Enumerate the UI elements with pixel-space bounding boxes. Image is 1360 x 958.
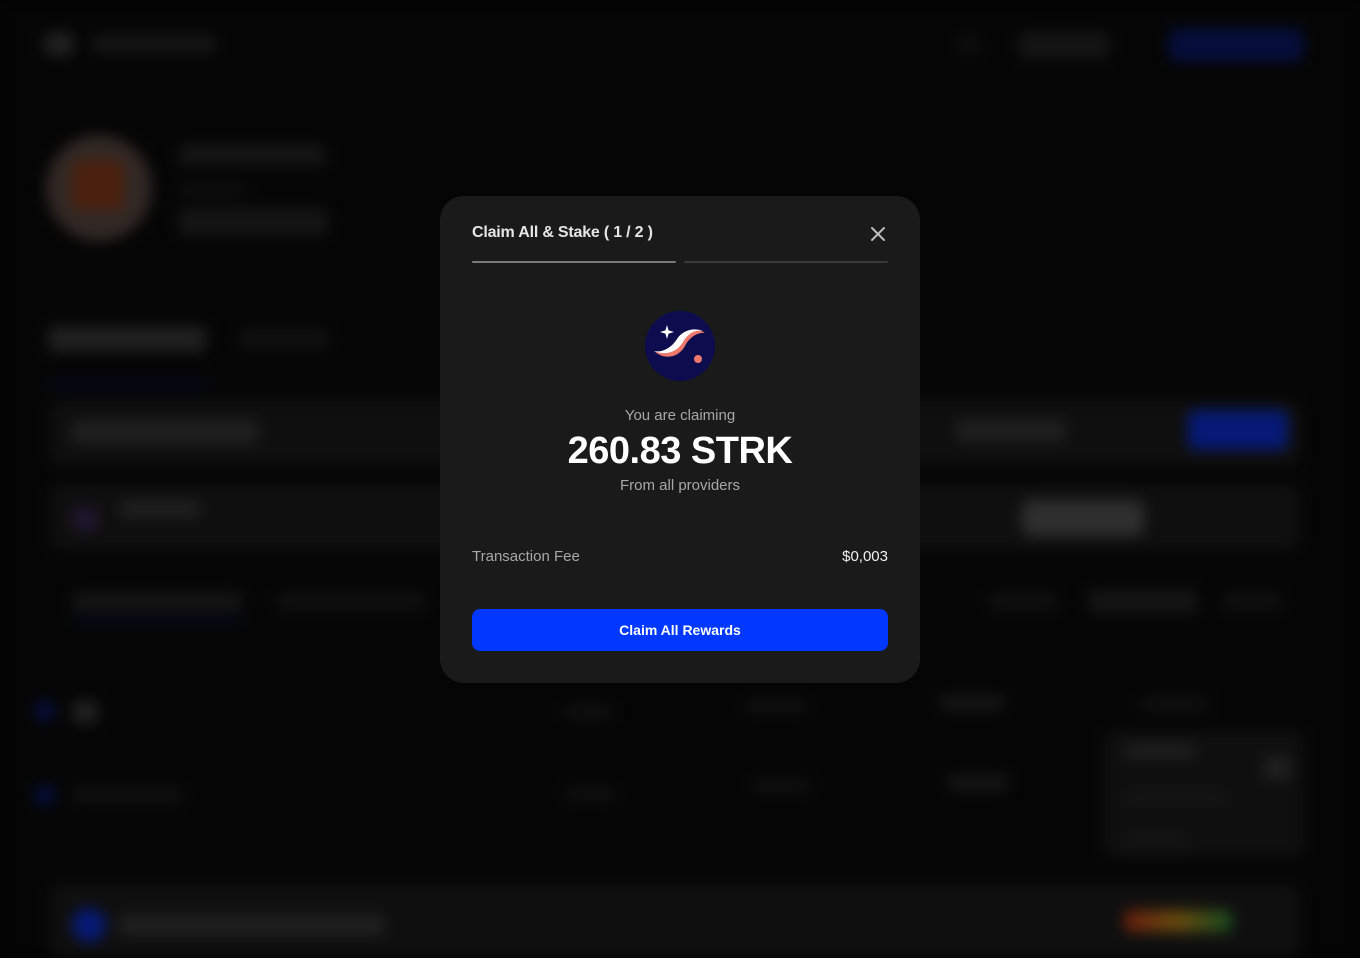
step-1-indicator [472, 261, 676, 263]
step-progress [472, 261, 888, 263]
close-button[interactable] [868, 224, 888, 244]
starknet-logo-icon [645, 311, 715, 381]
claim-all-rewards-button[interactable]: Claim All Rewards [472, 609, 888, 651]
transaction-fee-value: $0,003 [842, 548, 888, 565]
close-icon [871, 227, 885, 241]
transaction-fee-label: Transaction Fee [472, 548, 580, 565]
transaction-fee-row: Transaction Fee $0,003 [472, 548, 888, 565]
step-2-indicator [684, 261, 888, 263]
claim-amount: 260.83 STRK [567, 430, 793, 472]
claim-source: From all providers [619, 477, 741, 494]
modal-title: Claim All & Stake ( 1 / 2 ) [472, 224, 653, 241]
claim-caption: You are claiming [624, 407, 736, 424]
claim-modal: Claim All & Stake ( 1 / 2 ) You are clai… [440, 196, 920, 683]
